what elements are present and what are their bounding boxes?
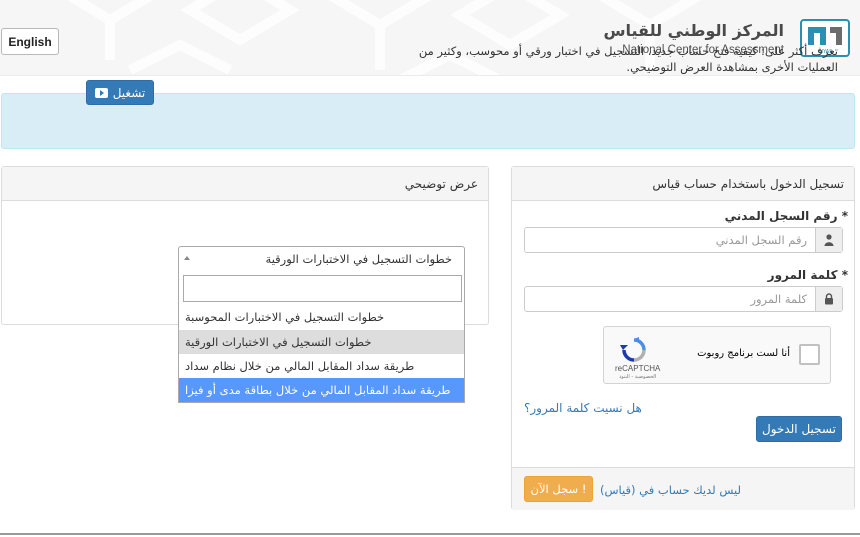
recaptcha-label: أنا لست برنامج روبوت — [697, 348, 790, 359]
recaptcha-brand: reCAPTCHA — [615, 364, 661, 373]
demo-panel-title: عرض توضيحي — [2, 167, 488, 201]
demo-video-dropdown: خطوات التسجيل في الاختبارات المحوسبة خطو… — [178, 271, 465, 403]
page-bottom-border — [0, 533, 860, 535]
youtube-play-icon — [94, 87, 108, 98]
login-button[interactable]: تسجيل الدخول — [756, 416, 842, 442]
national-id-label: رقم السجل المدني * — [724, 209, 848, 223]
national-id-field[interactable]: رقم السجل المدني — [524, 227, 843, 253]
select-current-value: خطوات التسجيل في الاختبارات الورقية — [265, 252, 452, 266]
recaptcha-icon — [620, 337, 646, 362]
dropdown-option-highlighted[interactable]: طريقة سداد المقابل المالي من خلال بطاقة … — [179, 378, 464, 402]
chevron-up-icon — [184, 256, 190, 260]
login-panel-title: تسجيل الدخول باستخدام حساب قياس — [512, 167, 854, 201]
demo-description: تعرف أكثر على: كيفية فتح حساب جديد، التس… — [418, 44, 838, 74]
lock-icon — [815, 287, 842, 311]
user-icon — [815, 228, 842, 252]
dropdown-option[interactable]: خطوات التسجيل في الاختبارات المحوسبة — [179, 305, 464, 329]
signup-now-button[interactable]: سجل الآن ! — [524, 476, 593, 502]
dropdown-option-selected[interactable]: خطوات التسجيل في الاختبارات الورقية — [179, 330, 464, 354]
dropdown-option[interactable]: طريقة سداد المقابل المالي من خلال نظام س… — [179, 354, 464, 378]
logo-arabic-name: المركز الوطني للقياس — [603, 21, 784, 40]
recaptcha-terms-link[interactable]: الخصوصية - البنود — [619, 374, 656, 380]
national-id-input[interactable]: رقم السجل المدني — [525, 228, 815, 252]
password-input[interactable]: كلمة المرور — [525, 287, 815, 311]
english-language-button[interactable]: English — [1, 28, 59, 55]
play-button-label: تشغيل — [112, 85, 146, 100]
recaptcha-checkbox[interactable] — [799, 344, 820, 365]
demo-video-select[interactable]: خطوات التسجيل في الاختبارات الورقية — [178, 246, 465, 272]
no-account-link[interactable]: ليس لديك حساب في (قياس) — [600, 483, 741, 497]
recaptcha-widget: أنا لست برنامج روبوت reCAPTCHA الخصوصية … — [603, 326, 831, 384]
forgot-password-link[interactable]: هل نسيت كلمة المرور؟ — [524, 401, 642, 415]
dropdown-search-input[interactable] — [183, 275, 462, 302]
password-label: كلمة المرور * — [767, 268, 848, 282]
play-button[interactable]: تشغيل — [86, 80, 154, 105]
password-field[interactable]: كلمة المرور — [524, 286, 843, 312]
